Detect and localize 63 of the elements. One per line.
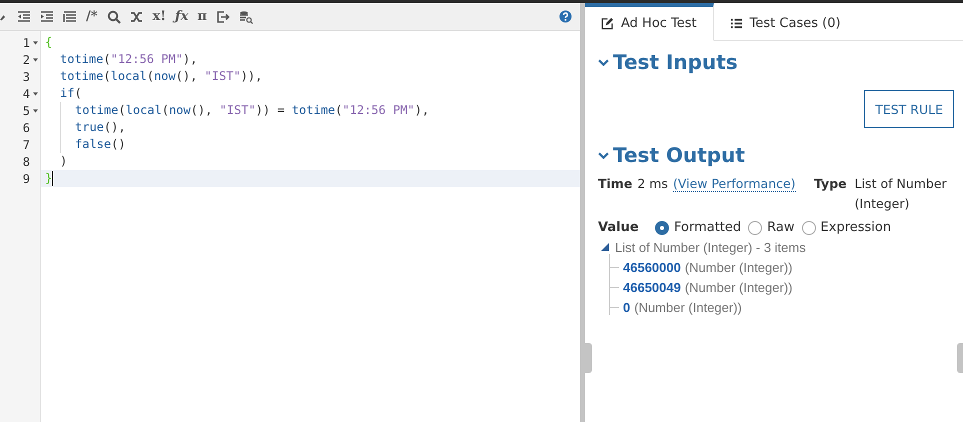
- export-icon[interactable]: [216, 10, 230, 24]
- line-number: 7: [22, 138, 30, 152]
- section-heading[interactable]: Test Output: [598, 140, 954, 170]
- align-icon[interactable]: [63, 10, 77, 24]
- tree-label: List of Number (Integer) - 3 items: [615, 240, 806, 254]
- splitter-handle[interactable]: [583, 343, 592, 373]
- code-line: {: [45, 35, 52, 50]
- type-value: List of Number (Integer): [854, 175, 948, 213]
- code-line: totime("12:56 PM"),: [60, 52, 198, 67]
- tab[interactable]: Ad Hoc Test: [585, 3, 714, 41]
- code-line: totime(local(now(), "IST")),: [60, 69, 262, 84]
- line-number: 8: [22, 154, 30, 168]
- item-type: (Number (Integer)): [634, 300, 742, 314]
- function-button[interactable]: ƒx: [175, 9, 188, 24]
- code-line: totime(local(now(), "IST")) = totime("12:56 PM"),: [75, 103, 430, 118]
- item-value: 46560000: [623, 260, 681, 274]
- radio-button[interactable]: [748, 220, 762, 234]
- radio-button[interactable]: [802, 220, 816, 234]
- field-label: Type: [814, 176, 847, 191]
- line-number: 3: [22, 70, 30, 84]
- outdent-icon[interactable]: [17, 10, 31, 24]
- code-line: false(): [75, 137, 126, 152]
- list-icon: [730, 17, 743, 30]
- line-number: 4: [22, 86, 30, 100]
- comment-button[interactable]: /*: [86, 9, 98, 24]
- code-line: ): [60, 154, 68, 169]
- tab[interactable]: Test Cases (0): [714, 3, 857, 41]
- edit-icon: [601, 17, 614, 30]
- radio-label[interactable]: Expression: [820, 220, 892, 235]
- help-icon[interactable]: [559, 10, 572, 23]
- shuffle-icon[interactable]: [130, 10, 144, 24]
- constant-button[interactable]: π: [197, 9, 207, 24]
- item-type: (Number (Integer)): [684, 260, 792, 274]
- code-line: }: [45, 171, 54, 186]
- view-performance-link[interactable]: (View Performance): [672, 176, 796, 192]
- code-line: true(),: [75, 120, 126, 135]
- section-heading[interactable]: Test Inputs: [598, 47, 954, 77]
- search-icon[interactable]: [106, 10, 121, 24]
- item-value: 46650049: [623, 280, 681, 294]
- fold-caret-icon[interactable]: [33, 58, 38, 62]
- line-number: 2: [22, 52, 30, 66]
- radio-label[interactable]: Formatted: [674, 220, 742, 235]
- field-label: Time: [598, 176, 632, 191]
- item-value: 0: [623, 300, 630, 314]
- line-number: 1: [22, 36, 30, 50]
- database-search-icon[interactable]: [238, 10, 253, 24]
- line-number: 5: [22, 104, 30, 118]
- indent-icon[interactable]: [40, 10, 54, 24]
- expand-triangle-icon[interactable]: [601, 243, 609, 251]
- item-type: (Number (Integer)): [684, 280, 792, 294]
- fold-caret-icon[interactable]: [33, 108, 38, 112]
- radio-label[interactable]: Raw: [767, 220, 795, 235]
- line-number: 9: [22, 172, 30, 186]
- code-line: if(: [60, 86, 82, 101]
- field-label: Value: [598, 220, 640, 235]
- radio-button[interactable]: [655, 220, 669, 234]
- variable-button[interactable]: x!: [152, 9, 166, 24]
- time-value: 2 ms: [637, 176, 668, 191]
- fold-caret-icon[interactable]: [33, 92, 38, 96]
- test-rule-button[interactable]: TEST RULE: [864, 90, 954, 128]
- fold-caret-icon[interactable]: [33, 40, 38, 44]
- line-number: 6: [22, 120, 30, 134]
- panel-handle[interactable]: [957, 343, 963, 373]
